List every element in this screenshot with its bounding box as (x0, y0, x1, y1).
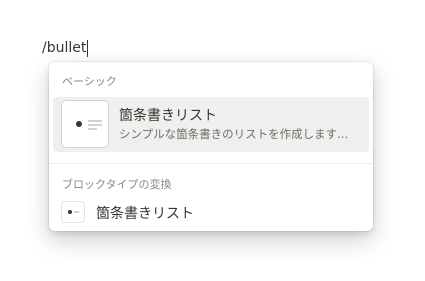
text-line (88, 124, 102, 126)
slash-command-menu: ベーシック 箇条書きリスト シンプルな箇条書きのリストを作成します... ブロッ… (49, 62, 373, 231)
bulleted-list-icon (62, 101, 108, 147)
editor-text-line[interactable]: /bullet (42, 38, 89, 58)
text-line (88, 120, 102, 122)
bullet-dot (76, 121, 82, 127)
menu-item-turn-into-bulleted-list[interactable]: 箇条書きリスト (53, 198, 369, 226)
menu-item-description: シンプルな箇条書きのリストを作成します... (119, 127, 349, 141)
text-line (88, 128, 97, 130)
menu-item-title: 箇条書きリスト (119, 108, 217, 124)
menu-item-bulleted-list[interactable]: 箇条書きリスト シンプルな箇条書きのリストを作成します... (53, 97, 369, 152)
menu-item-label: 箇条書きリスト (96, 206, 194, 222)
slash-command-text: /bullet (42, 40, 87, 56)
text-line (74, 211, 79, 213)
section-divider (49, 163, 373, 164)
section-header-convert: ブロックタイプの変換 (62, 178, 172, 191)
bullet-dot (68, 210, 72, 214)
text-caret (87, 39, 89, 57)
bulleted-list-icon (62, 202, 84, 222)
section-header-basic: ベーシック (62, 75, 117, 88)
